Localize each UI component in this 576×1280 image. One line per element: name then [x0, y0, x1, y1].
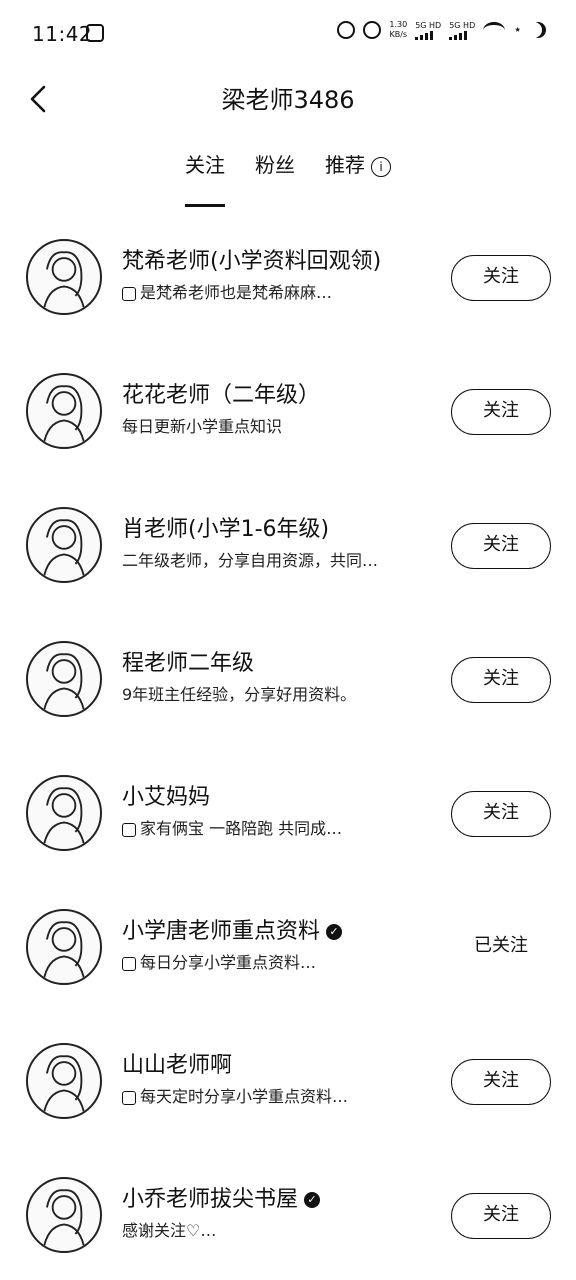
avatar[interactable]	[26, 373, 102, 449]
follow-button[interactable]: 关注	[451, 791, 551, 837]
follow-button[interactable]: 关注	[451, 255, 551, 301]
user-description: 每日分享小学重点资料…	[122, 949, 316, 973]
tab-bar: 关注 粉丝 推荐 i	[0, 145, 576, 207]
verified-icon: ✓	[326, 924, 343, 940]
user-description: 感谢关注♡…	[122, 1221, 217, 1240]
follow-button[interactable]: 关注	[451, 389, 551, 435]
avatar-illustration-icon	[42, 653, 86, 715]
user-name[interactable]: 小乔老师拔尖书屋 ✓	[122, 1181, 321, 1213]
tab-recommend[interactable]: 推荐 i	[325, 145, 391, 195]
verified-icon: ✓	[304, 1192, 321, 1208]
user-description: 每日更新小学重点知识	[122, 417, 283, 436]
avatar-illustration-icon	[42, 251, 86, 313]
wifi-icon	[483, 21, 506, 39]
list-item[interactable]: 小学唐老师重点资料 ✓ 每日分享小学重点资料… 已关注	[0, 895, 576, 1005]
list-item[interactable]: 山山老师啊每天定时分享小学重点资料… 关注	[0, 1029, 576, 1139]
avatar[interactable]	[26, 909, 102, 985]
notification-icon	[86, 24, 104, 42]
avatar[interactable]	[26, 775, 102, 851]
list-item[interactable]: 小艾妈妈家有俩宝 一路陪跑 共同成… 关注	[0, 761, 576, 871]
user-name[interactable]: 小艾妈妈	[122, 779, 210, 811]
avatar-illustration-icon	[42, 1055, 86, 1117]
follow-button[interactable]: 关注	[451, 1059, 551, 1105]
avatar-illustration-icon	[42, 1189, 86, 1251]
avatar[interactable]	[26, 1177, 102, 1253]
user-name[interactable]: 花花老师（二年级）	[122, 377, 320, 409]
tab-following[interactable]: 关注	[185, 145, 225, 207]
emoji-icon	[122, 1090, 136, 1105]
user-name[interactable]: 梵希老师(小学资料回观领)	[122, 243, 381, 275]
signal-1: 5G HD	[415, 21, 441, 40]
avatar[interactable]	[26, 507, 102, 583]
net-speed: 1.30 KB/s	[389, 20, 408, 39]
mute-icon	[363, 21, 382, 39]
emoji-icon	[122, 822, 136, 837]
emoji-icon	[122, 286, 136, 301]
avatar-illustration-icon	[42, 921, 86, 983]
avatar[interactable]	[26, 641, 102, 717]
avatar-illustration-icon	[42, 385, 86, 447]
top-bar: 梁老师3486	[0, 70, 576, 130]
follow-button[interactable]: 关注	[451, 523, 551, 569]
avatar[interactable]	[26, 1043, 102, 1119]
follow-button[interactable]: 关注	[451, 1193, 551, 1239]
star-icon: ⋆	[513, 22, 522, 38]
avatar[interactable]	[26, 239, 102, 315]
list-item[interactable]: 程老师二年级 9年班主任经验，分享好用资料。 关注	[0, 627, 576, 737]
emoji-icon	[122, 956, 136, 971]
user-name[interactable]: 小学唐老师重点资料 ✓	[122, 913, 343, 945]
status-bar: 11:42 1.30 KB/s 5G HD 5G HD ⋆	[0, 0, 576, 70]
user-description: 每天定时分享小学重点资料…	[122, 1083, 348, 1107]
list-item[interactable]: 肖老师(小学1-6年级) 二年级老师，分享自用资源，共同… 关注	[0, 493, 576, 603]
user-name[interactable]: 肖老师(小学1-6年级)	[122, 511, 329, 543]
status-icons: 1.30 KB/s 5G HD 5G HD ⋆	[337, 20, 546, 40]
avatar-illustration-icon	[42, 519, 86, 581]
page-title: 梁老师3486	[221, 86, 355, 114]
user-name[interactable]: 程老师二年级	[122, 645, 254, 677]
alarm-icon	[337, 21, 356, 39]
avatar-illustration-icon	[42, 787, 86, 849]
list-item[interactable]: 梵希老师(小学资料回观领) 是梵希老师也是梵希麻麻… 关注	[0, 225, 576, 335]
user-description: 是梵希老师也是梵希麻麻…	[122, 279, 332, 303]
signal-2: 5G HD	[449, 21, 475, 40]
user-description: 家有俩宝 一路陪跑 共同成…	[122, 815, 342, 839]
tab-fans[interactable]: 粉丝	[255, 145, 295, 195]
user-description: 9年班主任经验，分享好用资料。	[122, 685, 357, 704]
info-icon[interactable]: i	[371, 156, 391, 177]
user-description: 二年级老师，分享自用资源，共同…	[122, 551, 379, 570]
do-not-disturb-icon	[530, 22, 546, 38]
followed-button[interactable]: 已关注	[451, 925, 551, 971]
user-name[interactable]: 山山老师啊	[122, 1047, 232, 1079]
list-item[interactable]: 花花老师（二年级） 每日更新小学重点知识 关注	[0, 359, 576, 469]
list-item[interactable]: 小乔老师拔尖书屋 ✓ 感谢关注♡… 关注	[0, 1163, 576, 1273]
status-time: 11:42	[32, 22, 93, 46]
follow-button[interactable]: 关注	[451, 657, 551, 703]
